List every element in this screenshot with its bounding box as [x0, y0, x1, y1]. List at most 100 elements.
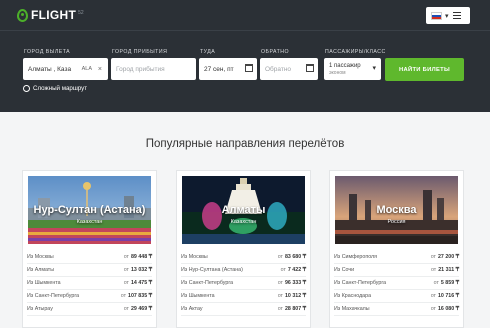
- route-price: 21 311 ₸: [438, 267, 459, 273]
- route-origin: Из Нур-Султана (Астана): [181, 267, 243, 273]
- route-row[interactable]: Из Шымкента от 14 475 ₸: [27, 277, 152, 290]
- price-prefix: от: [277, 254, 283, 260]
- route-price: 7 422 ₸: [287, 267, 306, 273]
- price-prefix: от: [280, 267, 286, 273]
- destination-city: Алматы: [221, 204, 266, 216]
- destination-photo: Нур-Султан (Астана) Казахстан: [28, 176, 151, 244]
- destination-card[interactable]: Нур-Султан (Астана) Казахстан Из Москвы о…: [22, 170, 157, 328]
- route-origin: Из Сочи: [334, 267, 355, 273]
- route-icon: [23, 85, 30, 92]
- route-price: 5 859 ₸: [440, 280, 459, 286]
- to-city-placeholder: Город прибытия: [116, 65, 165, 73]
- route-origin: Из Краснодара: [334, 293, 372, 299]
- calendar-icon[interactable]: [245, 64, 253, 72]
- cabin-class: эконом: [329, 69, 346, 76]
- to-label: ГОРОД ПРИБЫТИЯ: [112, 49, 168, 55]
- return-date-placeholder: Обратно: [265, 65, 292, 73]
- price-prefix: от: [277, 293, 283, 299]
- route-price: 89 448 ₸: [130, 254, 152, 260]
- route-price: 16 080 ₸: [437, 306, 459, 312]
- destination-country: Россия: [387, 219, 406, 225]
- destination-city: Москва: [376, 204, 417, 216]
- route-row[interactable]: Из Нур-Султана (Астана) от 7 422 ₸: [181, 264, 306, 277]
- menu-icon[interactable]: [452, 12, 461, 19]
- passengers-select[interactable]: 1 пассажир эконом ▾: [324, 58, 381, 80]
- price-prefix: от: [277, 306, 283, 312]
- route-price: 96 333 ₸: [284, 280, 306, 286]
- from-city-value: Алматы , Каза: [28, 65, 72, 73]
- route-origin: Из Санкт-Петербурга: [27, 293, 80, 299]
- price-prefix: от: [123, 254, 129, 260]
- route-price: 10 312 ₸: [284, 293, 306, 299]
- location-pin-icon: [17, 8, 28, 22]
- route-row[interactable]: Из Москвы от 83 680 ₸: [181, 251, 306, 264]
- price-prefix: от: [277, 280, 283, 286]
- destination-photo: Москва Россия: [335, 176, 458, 244]
- destination-card[interactable]: Москва Россия Из Симферополя от 27 200 ₸ И…: [329, 170, 464, 328]
- return-date-input[interactable]: Обратно: [260, 58, 318, 80]
- price-prefix: от: [430, 306, 436, 312]
- language-selector[interactable]: ▾: [426, 7, 470, 24]
- price-prefix: от: [120, 293, 126, 299]
- price-prefix: от: [123, 306, 129, 312]
- destination-card[interactable]: Алматы Казахстан Из Москвы от 83 680 ₸ Из …: [176, 170, 311, 328]
- price-prefix: от: [123, 280, 129, 286]
- from-label: ГОРОД ВЫЛЕТА: [24, 49, 71, 55]
- complex-route-link[interactable]: Сложный маршрут: [23, 85, 87, 92]
- return-label: ОБРАТНО: [261, 49, 290, 55]
- route-list: Из Москвы от 89 448 ₸ Из Алматы от 13 032 ₸ …: [27, 251, 152, 316]
- brand-logo[interactable]: FLIGHT 52: [17, 8, 84, 22]
- price-prefix: от: [430, 267, 437, 273]
- top-bar: FLIGHT 52 ▾: [0, 0, 490, 30]
- chevron-down-icon: ▾: [445, 12, 449, 20]
- route-origin: Из Симферополя: [334, 254, 377, 260]
- calendar-icon[interactable]: [306, 64, 314, 72]
- route-origin: Из Алматы: [27, 267, 55, 273]
- destination-country: Казахстан: [76, 219, 103, 225]
- route-row[interactable]: Из Краснодара от 10 716 ₸: [334, 290, 459, 303]
- brand-suffix: 52: [78, 9, 84, 16]
- route-origin: Из Москвы: [27, 254, 54, 260]
- brand-name: FLIGHT: [31, 8, 77, 22]
- route-row[interactable]: Из Алматы от 13 032 ₸: [27, 264, 152, 277]
- price-prefix: от: [430, 293, 436, 299]
- route-row[interactable]: Из Санкт-Петербурга от 107 835 ₸: [27, 290, 152, 303]
- find-tickets-button[interactable]: НАЙТИ БИЛЕТЫ: [385, 58, 464, 81]
- route-price: 10 716 ₸: [437, 293, 459, 299]
- route-row[interactable]: Из Санкт-Петербурга от 96 333 ₸: [181, 277, 306, 290]
- price-prefix: от: [433, 280, 439, 286]
- route-row[interactable]: Из Атырау от 29 469 ₸: [27, 303, 152, 316]
- route-row[interactable]: Из Сочи от 21 311 ₸: [334, 264, 459, 277]
- depart-date-input[interactable]: 27 сен, пт: [199, 58, 257, 80]
- route-row[interactable]: Из Шымкента от 10 312 ₸: [181, 290, 306, 303]
- route-price: 107 835 ₸: [128, 293, 152, 299]
- route-origin: Из Актау: [181, 306, 203, 312]
- route-row[interactable]: Из Санкт-Петербурга от 5 859 ₸: [334, 277, 459, 290]
- destination-photo: Алматы Казахстан: [182, 176, 305, 244]
- complex-route-label: Сложный маршрут: [33, 85, 88, 92]
- route-list: Из Москвы от 83 680 ₸ Из Нур-Султана (Аста…: [181, 251, 306, 316]
- route-price: 28 807 ₸: [284, 306, 306, 312]
- route-row[interactable]: Из Махачкалы от 16 080 ₸: [334, 303, 459, 316]
- route-row[interactable]: Из Москвы от 89 448 ₸: [27, 251, 152, 264]
- destination-city: Нур-Султан (Астана): [33, 204, 146, 216]
- route-price: 13 032 ₸: [130, 267, 152, 273]
- depart-label: ТУДА: [200, 49, 216, 55]
- route-origin: Из Махачкалы: [334, 306, 370, 312]
- russia-flag-icon: [431, 11, 442, 20]
- route-list: Из Симферополя от 27 200 ₸ Из Сочи от 21 311…: [334, 251, 459, 316]
- to-city-input[interactable]: Город прибытия: [111, 58, 196, 80]
- airport-code: ALA: [81, 66, 92, 72]
- from-city-input[interactable]: Алматы , Каза ALA ×: [23, 58, 108, 80]
- route-origin: Из Санкт-Петербурга: [181, 280, 234, 286]
- route-price: 27 200 ₸: [437, 254, 459, 260]
- route-row[interactable]: Из Актау от 28 807 ₸: [181, 303, 306, 316]
- section-title: Популярные направления перелётов: [145, 138, 345, 150]
- passengers-count: 1 пассажир: [329, 62, 361, 69]
- route-price: 83 680 ₸: [284, 254, 306, 260]
- clear-icon[interactable]: ×: [98, 66, 102, 73]
- route-origin: Из Шымкента: [181, 293, 215, 299]
- destination-country: Казахстан: [230, 219, 257, 225]
- depart-date-value: 27 сен, пт: [204, 65, 234, 73]
- route-row[interactable]: Из Симферополя от 27 200 ₸: [334, 251, 459, 264]
